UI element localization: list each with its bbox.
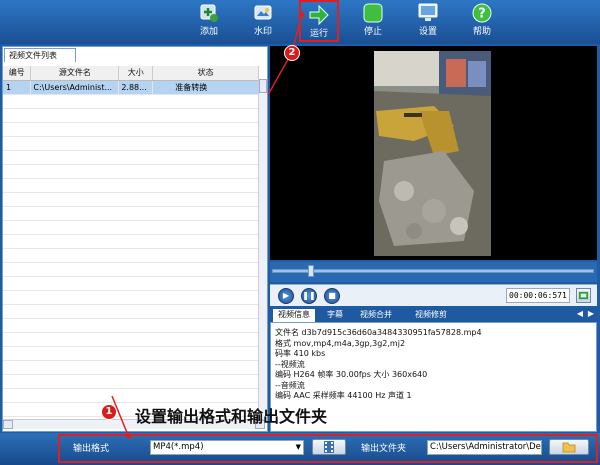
watermark-icon — [254, 5, 272, 20]
info-tab-strip: 视频信息 字幕 视频合并 视频修剪 ◀ ▶ — [270, 308, 597, 322]
info-filename: 文件名 d3b7d915c36d60a3484330951fa57828.mp4 — [275, 328, 482, 337]
watermark-label: 水印 — [253, 27, 272, 37]
tab-subtitles[interactable]: 字幕 — [322, 309, 348, 322]
format-settings-button[interactable] — [312, 439, 346, 455]
tab-video-trim[interactable]: 视频修剪 — [410, 309, 452, 322]
tab-scroll-left-icon[interactable]: ◀ — [577, 309, 583, 318]
table-row[interactable]: 1 C:\Users\Administ... 2.88... 准备转换 — [3, 80, 259, 95]
file-table: 编号 源文件名 大小 状态 1 C:\Users\Administ... 2.8… — [3, 66, 259, 95]
col-number[interactable]: 编号 — [3, 66, 32, 81]
tab-video-merge[interactable]: 视频合并 — [355, 309, 397, 322]
step-marker-2: 2 — [284, 45, 300, 61]
run-button[interactable]: 运行 — [299, 0, 339, 42]
seek-bar[interactable] — [270, 262, 597, 282]
browse-folder-button[interactable] — [549, 439, 589, 455]
col-status[interactable]: 状态 — [152, 66, 259, 81]
play-button[interactable]: ▶ — [278, 288, 294, 304]
pause-icon: ❚❚ — [302, 291, 316, 300]
tab-file-list[interactable]: 视频文件列表 — [4, 48, 76, 62]
output-format-select[interactable]: MP4(*.mp4) ▼ — [150, 440, 304, 455]
svg-text:?: ? — [478, 7, 486, 22]
run-label: 运行 — [309, 29, 328, 39]
watermark-button[interactable]: 水印 — [245, 2, 281, 42]
monitor-settings-icon — [418, 3, 438, 21]
output-folder-label: 输出文件夹 — [361, 444, 407, 454]
stop-icon — [363, 3, 383, 23]
col-size[interactable]: 大小 — [118, 66, 154, 81]
snapshot-button[interactable] — [576, 288, 591, 303]
cell-number: 1 — [3, 80, 32, 95]
stop-button[interactable]: 停止 — [355, 2, 391, 42]
info-audio-stream-header: --音频流 — [275, 380, 305, 390]
help-button[interactable]: ? 帮助 — [464, 2, 500, 42]
annotation-text: 设置输出格式和输出文件夹 — [135, 407, 328, 426]
tab-scroll-right-icon[interactable]: ▶ — [588, 309, 594, 318]
cell-filename: C:\Users\Administ... — [30, 80, 120, 95]
toolbar: 添加 水印 运行 停止 设置 ? 帮助 — [0, 0, 600, 44]
add-button[interactable]: 添加 — [191, 2, 227, 42]
cell-status: 准备转换 — [152, 80, 259, 95]
cell-size: 2.88... — [118, 80, 154, 95]
output-format-label: 输出格式 — [73, 444, 110, 454]
col-source-filename[interactable]: 源文件名 — [30, 66, 120, 81]
info-video-codec: 编码 H264 帧率 30.00fps 大小 360x640 — [275, 370, 428, 379]
time-display: 00:00:06:571 — [506, 288, 570, 303]
info-audio-codec: 编码 AAC 采样频率 44100 Hz 声道 1 — [275, 391, 412, 400]
film-icon — [324, 441, 334, 453]
seek-thumb[interactable] — [308, 265, 314, 277]
output-format-value: MP4(*.mp4) — [153, 442, 204, 452]
info-format: 格式 mov,mp4,m4a,3gp,3g2,mj2 — [275, 338, 406, 348]
output-folder-field[interactable]: C:\Users\Administrator\Des — [427, 440, 542, 455]
settings-label: 设置 — [418, 27, 437, 37]
seek-track[interactable] — [272, 269, 594, 273]
app-window: 添加 水印 运行 停止 设置 ? 帮助 视频文件列表 编号 源文件名 大小 状态… — [0, 0, 600, 465]
scroll-up-button[interactable] — [259, 79, 267, 93]
file-list-grid — [3, 94, 259, 418]
tab-video-info[interactable]: 视频信息 — [273, 309, 315, 322]
add-file-icon — [200, 4, 218, 22]
stop-square-icon: ■ — [328, 291, 336, 300]
chevron-down-icon: ▼ — [295, 443, 301, 451]
stop-label: 停止 — [363, 27, 382, 37]
help-question-icon: ? — [472, 3, 492, 23]
add-label: 添加 — [199, 27, 218, 37]
stop-playback-button[interactable]: ■ — [324, 288, 340, 304]
snapshot-icon — [578, 291, 589, 300]
pause-button[interactable]: ❚❚ — [301, 288, 317, 304]
player-controls: ▶ ❚❚ ■ 00:00:06:571 — [270, 284, 597, 306]
video-frame-image — [374, 51, 491, 256]
info-video-stream-header: --视频流 — [275, 359, 305, 369]
run-arrow-icon — [309, 4, 329, 26]
file-list-vertical-scrollbar[interactable] — [258, 79, 267, 419]
folder-icon — [562, 442, 576, 453]
help-label: 帮助 — [472, 27, 491, 37]
scroll-left-button[interactable] — [3, 420, 13, 429]
video-preview — [270, 46, 597, 260]
settings-button[interactable]: 设置 — [410, 2, 446, 42]
info-bitrate: 码率 410 kbs — [275, 349, 326, 358]
step-marker-1: 1 — [101, 404, 117, 420]
play-icon: ▶ — [282, 291, 290, 300]
